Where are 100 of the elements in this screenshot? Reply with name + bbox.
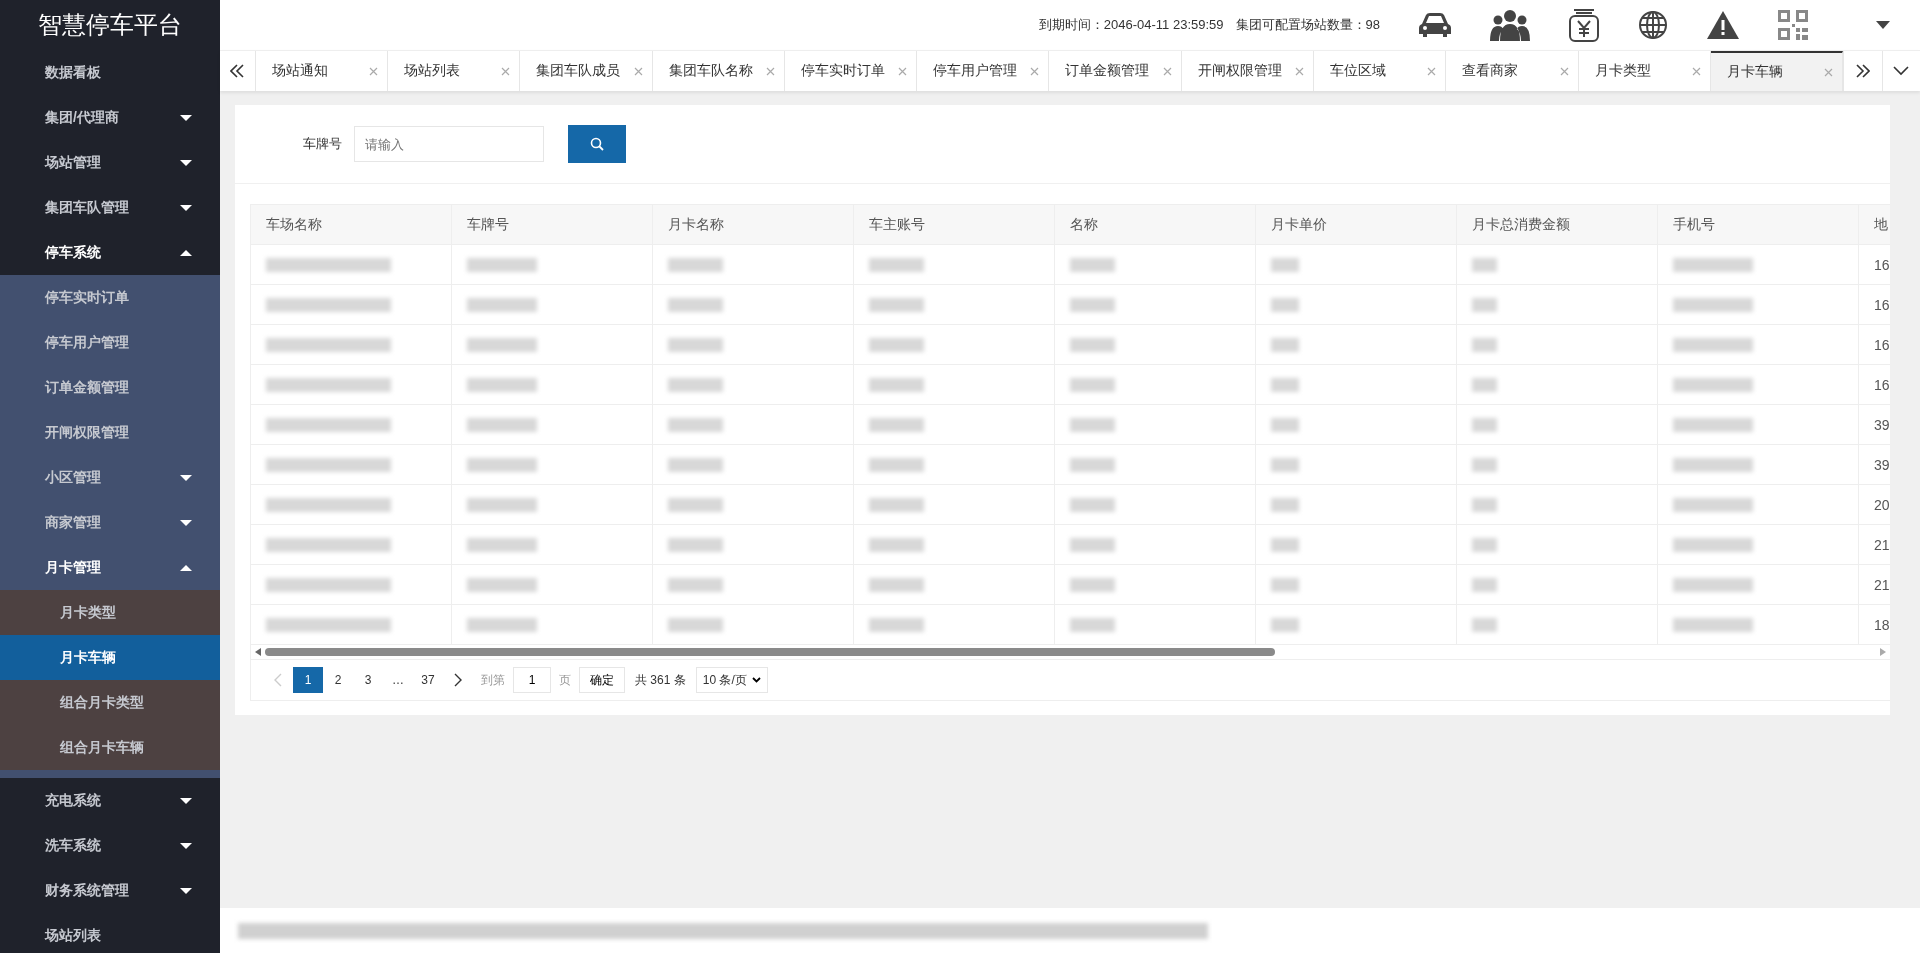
page-size-select[interactable]: 10 条/页 xyxy=(695,667,768,693)
caret-icon xyxy=(180,473,192,482)
blurred-text xyxy=(1271,497,1299,512)
blurred-text xyxy=(467,497,537,512)
close-icon[interactable] xyxy=(1162,66,1172,76)
blurred-text xyxy=(1472,577,1497,592)
blurred-text xyxy=(668,417,723,432)
menu-item[interactable]: 小区管理 xyxy=(0,455,220,500)
menu-item[interactable]: 停车用户管理 xyxy=(0,320,220,365)
close-icon[interactable] xyxy=(1824,67,1834,77)
blurred-text xyxy=(467,257,537,272)
scroll-left-arrow-icon[interactable] xyxy=(255,648,261,656)
menu-item[interactable]: 洗车系统 xyxy=(0,823,220,868)
blurred-text xyxy=(869,337,924,352)
warning-icon[interactable] xyxy=(1706,10,1740,40)
tab[interactable]: 月卡车辆 xyxy=(1711,51,1844,91)
page-button[interactable]: 37 xyxy=(413,667,443,693)
tab[interactable]: 集团车队名称 xyxy=(652,51,785,91)
plate-input-field[interactable]: 请输入 xyxy=(354,126,544,162)
close-icon[interactable] xyxy=(368,66,378,76)
close-icon[interactable] xyxy=(1427,66,1437,76)
close-icon[interactable] xyxy=(898,66,908,76)
blurred-text xyxy=(668,377,723,392)
tab[interactable]: 停车用户管理 xyxy=(917,51,1050,91)
blurred-text xyxy=(668,497,723,512)
tab[interactable]: 车位区域 xyxy=(1314,51,1447,91)
caret-icon xyxy=(180,563,192,572)
close-icon[interactable] xyxy=(1559,66,1569,76)
menu-item[interactable]: 组合月卡类型 xyxy=(0,680,220,725)
blurred-text xyxy=(869,537,924,552)
blurred-text xyxy=(1070,617,1115,632)
menu-item[interactable]: 组合月卡车辆 xyxy=(0,725,220,770)
menu-item[interactable]: 数据看板 xyxy=(0,50,220,95)
confirm-button[interactable]: 确定 xyxy=(579,667,625,693)
menu-item[interactable]: 月卡管理 xyxy=(0,545,220,590)
chevron-left-icon xyxy=(274,673,282,687)
table-cell-text: 16 xyxy=(1873,375,1890,395)
close-icon[interactable] xyxy=(765,66,775,76)
page-button[interactable]: 1 xyxy=(293,667,323,693)
blurred-text xyxy=(1271,377,1299,392)
globe-icon[interactable] xyxy=(1638,10,1668,40)
chevron-down-icon xyxy=(1893,66,1910,76)
group-icon[interactable] xyxy=(1490,9,1530,41)
close-icon[interactable] xyxy=(1295,66,1305,76)
menu-item[interactable]: 财务系统管理 xyxy=(0,868,220,913)
close-icon[interactable] xyxy=(633,66,643,76)
blurred-text xyxy=(1472,537,1497,552)
blurred-text xyxy=(869,497,924,512)
close-icon[interactable] xyxy=(1692,66,1702,76)
menu-item[interactable]: 集团车队管理 xyxy=(0,185,220,230)
menu-item[interactable]: 停车系统 xyxy=(0,230,220,275)
menu-item[interactable]: 场站管理 xyxy=(0,140,220,185)
plate-label: 车牌号 xyxy=(303,135,342,153)
tab[interactable]: 查看商家 xyxy=(1446,51,1579,91)
tab[interactable]: 订单金额管理 xyxy=(1049,51,1182,91)
blurred-text xyxy=(869,297,924,312)
tab[interactable]: 停车实时订单 xyxy=(784,51,918,91)
tab[interactable]: 开闸权限管理 xyxy=(1181,51,1315,91)
blurred-text xyxy=(1271,257,1299,272)
menu-item[interactable]: 订单金额管理 xyxy=(0,365,220,410)
menu-item[interactable]: 停车实时订单 xyxy=(0,275,220,320)
close-icon[interactable] xyxy=(1030,66,1040,76)
blurred-text xyxy=(668,257,723,272)
tab[interactable]: 场站通知 xyxy=(255,51,388,91)
table-cell-text: 39 xyxy=(1873,455,1890,475)
blurred-text xyxy=(1070,497,1115,512)
scroll-right-button[interactable] xyxy=(1843,51,1882,91)
tab[interactable]: 集团车队成员 xyxy=(520,51,653,91)
menu-item[interactable]: 充电系统 xyxy=(0,778,220,823)
dropdown-caret-icon[interactable] xyxy=(1876,21,1890,29)
page-button[interactable]: 2 xyxy=(323,667,353,693)
page-number-field[interactable]: 1 xyxy=(513,667,551,693)
expiry-time: 到期时间：2046-04-11 23:59:59 xyxy=(1038,16,1224,34)
menu-item[interactable]: 集团/代理商 xyxy=(0,95,220,140)
column-header: 月卡单价 xyxy=(1256,205,1457,244)
close-icon[interactable] xyxy=(501,66,511,76)
menu-item[interactable]: 商家管理 xyxy=(0,500,220,545)
money-bag-icon[interactable] xyxy=(1568,8,1600,42)
scroll-right-arrow-icon[interactable] xyxy=(1880,648,1886,656)
caret-icon xyxy=(180,518,192,527)
menu-item[interactable]: 开闸权限管理 xyxy=(0,410,220,455)
qr-code-icon[interactable] xyxy=(1778,10,1808,40)
menu-item[interactable]: 月卡类型 xyxy=(0,590,220,635)
scrollbar-thumb[interactable] xyxy=(265,648,1275,656)
blurred-text xyxy=(1271,297,1299,312)
blurred-text xyxy=(1472,417,1497,432)
tab-menu-button[interactable] xyxy=(1881,51,1920,91)
menu-item[interactable]: 月卡车辆 xyxy=(0,635,220,680)
table-cell-text: 21 xyxy=(1873,575,1890,595)
search-icon xyxy=(590,137,604,151)
table-cell-text: 21 xyxy=(1873,535,1890,555)
blurred-text xyxy=(467,537,537,552)
scroll-left-button[interactable] xyxy=(220,51,256,91)
tab[interactable]: 场站列表 xyxy=(387,51,521,91)
menu-item[interactable]: 场站列表 xyxy=(0,913,220,953)
page-button[interactable]: 3 xyxy=(353,667,383,693)
search-button[interactable] xyxy=(568,125,626,163)
page-button[interactable]: … xyxy=(383,667,413,693)
car-icon[interactable] xyxy=(1418,12,1452,38)
horizontal-scrollbar[interactable] xyxy=(251,645,1890,660)
